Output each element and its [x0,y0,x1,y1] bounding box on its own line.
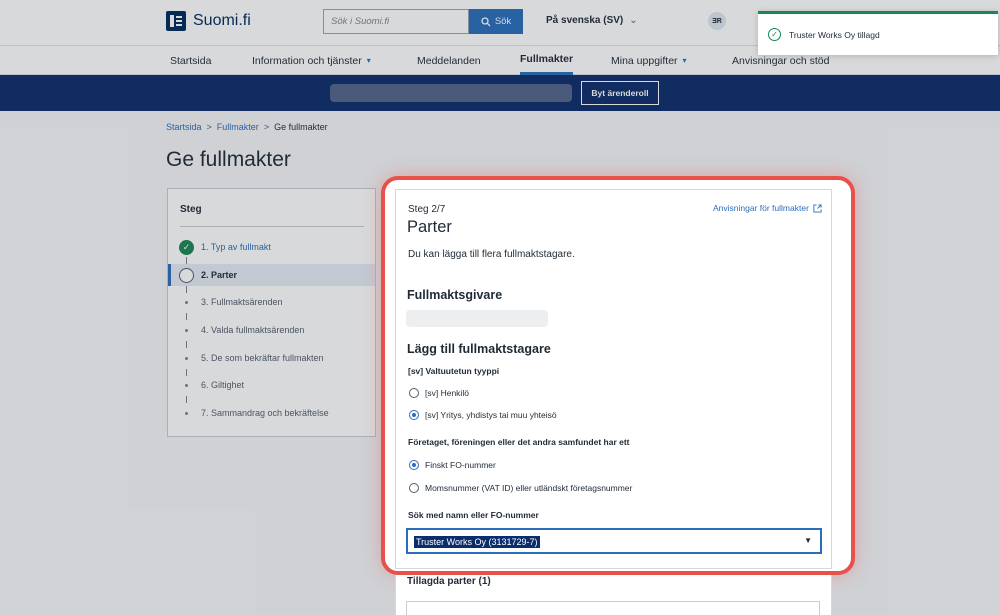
check-circle-icon: ✓ [768,28,781,41]
steps-title: Steg [180,204,202,215]
nav-item-meddelanden[interactable]: Meddelanden [417,46,481,75]
step-dot-icon [185,300,188,304]
radio-label: [sv] Yritys, yhdistys tai muu yhteisö [425,410,557,420]
radio-checked-icon [409,460,419,470]
breadcrumb-separator: > [206,122,212,132]
suomi-logo-icon [166,11,186,31]
search-button[interactable]: Sök [469,9,523,34]
language-selector[interactable]: På svenska (SV) ⌄ [546,15,638,26]
success-toast: ✓ Truster Works Oy tillagd [758,11,998,55]
check-icon: ✓ [179,239,194,255]
logo-text: Suomi.fi [193,12,251,29]
step-dot-icon [185,411,188,415]
avatar[interactable]: ƎR [708,12,726,30]
nav-item-startsida[interactable]: Startsida [170,46,211,75]
divider [180,226,364,227]
nav-label: Fullmakter [520,53,574,65]
step-item-7: 7. Sammandrag och bekräftelse [168,402,375,424]
step-item-4: 4. Valda fullmaktsärenden [168,319,375,341]
role-band: Byt ärenderoll [0,75,1000,111]
nav-item-information[interactable]: Information och tjänster ▾ [252,46,371,75]
step-label: 2. Parter [201,270,238,280]
step-label: 3. Fullmaktsärenden [201,297,283,307]
help-link-label: Anvisningar för fullmakter [713,203,809,213]
select-value: Truster Works Oy (3131729-7) [414,536,540,548]
help-link[interactable]: Anvisningar för fullmakter [713,203,822,213]
toast-message: Truster Works Oy tillagd [789,29,880,40]
radio-label: Finskt FO-nummer [425,460,496,470]
radio-checked-icon [409,410,419,420]
breadcrumb: Startsida > Fullmakter > Ge fullmakter [166,122,328,132]
giver-value [406,310,548,327]
radio-label: [sv] Henkilö [425,388,469,398]
nav-label: Anvisningar och stöd [732,54,830,67]
step-item-5: 5. De som bekräftar fullmakten [168,347,375,369]
search-input[interactable]: Sök i Suomi.fi [323,9,469,34]
step-counter: Steg 2/7 [408,204,446,215]
nav-item-mina-uppgifter[interactable]: Mina uppgifter ▾ [611,46,687,75]
step-dot-icon [185,383,188,387]
step-connector [186,257,187,264]
chevron-down-icon: ▾ [366,56,371,65]
step-item-6: 6. Giltighet [168,374,375,396]
added-parties-heading: Tillagda parter (1) [407,576,491,587]
form-intro: Du kan lägga till flera fullmaktstagare. [408,249,575,260]
search-label: Sök med namn eller FO-nummer [408,510,539,520]
id-radio-vat[interactable]: Momsnummer (VAT ID) eller utländskt före… [409,483,632,493]
search-button-label: Sök [494,16,512,27]
id-type-label: Företaget, föreningen eller det andra sa… [408,437,630,447]
type-label: [sv] Valtuutetun tyyppi [408,366,500,376]
breadcrumb-separator: > [263,122,270,132]
step-label: 7. Sammandrag och bekräftelse [201,408,329,418]
switch-role-button[interactable]: Byt ärenderoll [581,81,659,105]
step-item-3: 3. Fullmaktsärenden [168,291,375,313]
current-role-field [330,84,572,102]
external-link-icon [813,203,822,213]
type-radio-person[interactable]: [sv] Henkilö [409,388,469,398]
step-item-2[interactable]: 2. Parter [168,264,375,286]
step-label: 5. De som bekräftar fullmakten [201,353,324,363]
nav-label: Mina uppgifter [611,54,678,67]
nav-label: Meddelanden [417,54,481,67]
breadcrumb-link-startsida[interactable]: Startsida [166,122,202,132]
step-item-1[interactable]: ✓ 1. Typ av fullmakt [168,236,375,258]
radio-icon [409,483,419,493]
page-title: Ge fullmakter [166,148,291,171]
chevron-down-icon: ▾ [682,56,687,65]
type-radio-company[interactable]: [sv] Yritys, yhdistys tai muu yhteisö [409,410,557,420]
breadcrumb-current: Ge fullmakter [274,122,328,132]
radio-icon [409,388,419,398]
suomi-logo[interactable]: Suomi.fi [166,11,251,31]
giver-heading: Fullmaktsgivare [407,288,503,302]
step-label: 4. Valda fullmaktsärenden [201,325,305,335]
nav-item-fullmakter[interactable]: Fullmakter [520,46,574,75]
dropdown-arrow-icon: ▼ [804,536,812,545]
radio-label: Momsnummer (VAT ID) eller utländskt före… [425,483,633,493]
nav-label: Startsida [170,54,212,67]
step-dot-icon [185,356,188,360]
added-parties-list [406,601,820,615]
add-heading: Lägg till fullmaktstagare [407,342,551,356]
nav-label: Information och tjänster [252,54,362,67]
step-dot-icon [185,328,188,332]
step-label: 6. Giltighet [201,380,245,390]
company-search-select[interactable]: Truster Works Oy (3131729-7) ▼ [406,528,822,554]
search-icon [481,16,491,26]
step-label: 1. Typ av fullmakt [201,242,271,252]
steps-panel: Steg ✓ 1. Typ av fullmakt 2. Parter 3. F… [167,188,376,437]
language-label: På svenska (SV) [546,15,624,26]
id-radio-fo[interactable]: Finskt FO-nummer [409,460,496,470]
breadcrumb-link-fullmakter[interactable]: Fullmakter [217,122,259,132]
form-title: Parter [407,218,452,236]
chevron-down-icon: ⌄ [629,15,638,26]
current-step-icon [179,267,194,283]
